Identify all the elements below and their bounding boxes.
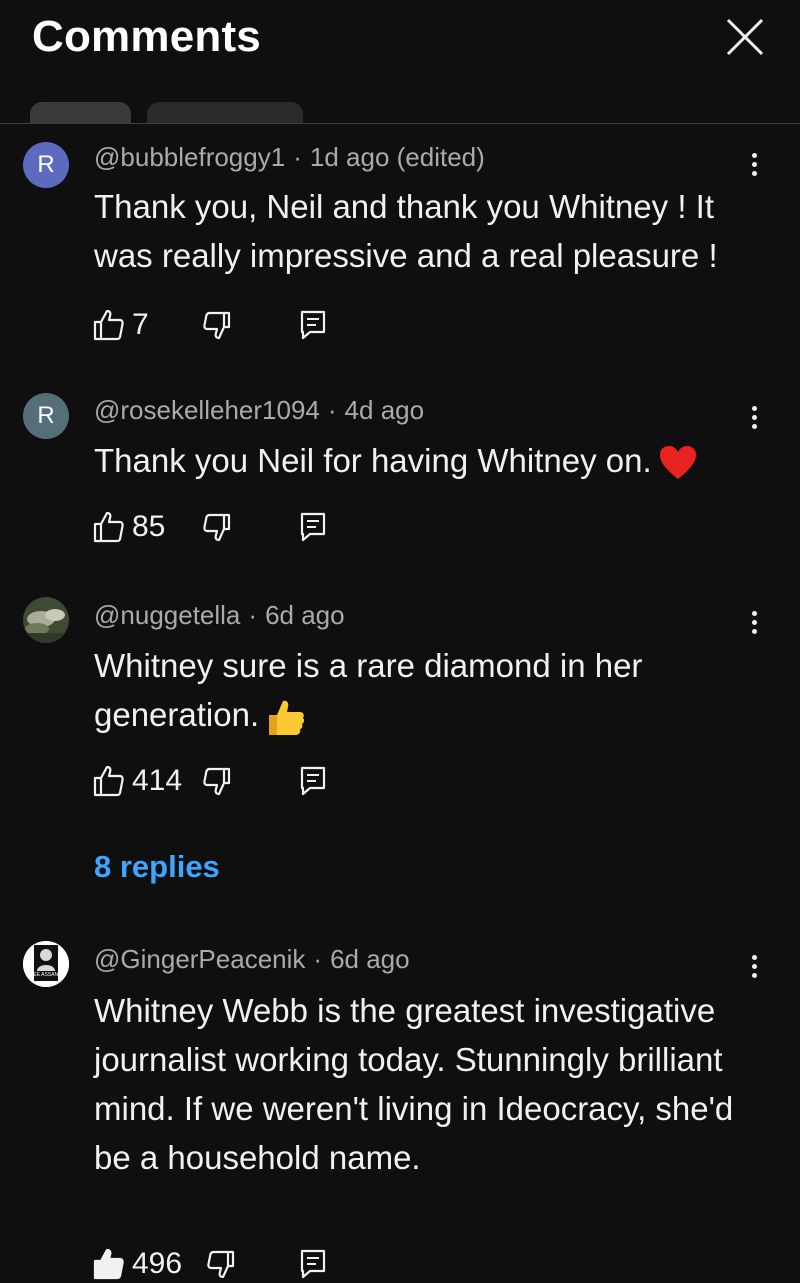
- comment-author[interactable]: @bubblefroggy1: [94, 142, 285, 172]
- comment-time: 4d ago: [344, 395, 425, 425]
- thumbs-up-emoji: [269, 701, 305, 736]
- avatar[interactable]: FREE ASSANGE: [23, 941, 69, 987]
- dislike-icon[interactable]: [202, 513, 232, 543]
- heart-emoji: [659, 446, 696, 480]
- comment-actions: 7: [92, 308, 392, 344]
- comments-header: Comments: [0, 0, 800, 142]
- more-options-icon[interactable]: [744, 150, 764, 186]
- like-count: 7: [132, 308, 149, 341]
- comment-actions: 414: [92, 764, 392, 800]
- reply-icon[interactable]: [300, 1249, 326, 1279]
- comment-time: 6d ago: [265, 600, 345, 630]
- comment-author[interactable]: @nuggetella: [94, 600, 240, 630]
- comment-item: R @rosekelleher1094 · 4d ago Thank you Nei…: [0, 393, 800, 563]
- like-count: 496: [132, 1247, 183, 1280]
- comment-text-row: Whitney sure is a rare diamond in her ge…: [94, 641, 694, 739]
- comment-meta: @bubblefroggy1 · 1d ago (edited): [94, 142, 485, 172]
- comment-item: FREE ASSANGE @GingerPeacenik · 6d ago Whit…: [0, 941, 800, 1280]
- comment-author[interactable]: @GingerPeacenik: [94, 944, 305, 974]
- like-icon[interactable]: [92, 510, 126, 544]
- like-count: 414: [132, 764, 183, 797]
- avatar[interactable]: R: [23, 393, 69, 439]
- comment-actions: 85: [92, 510, 392, 546]
- reply-icon[interactable]: [300, 310, 326, 340]
- comment-text: Thank you Neil for having Whitney on.: [94, 442, 652, 479]
- avatar[interactable]: [23, 597, 69, 643]
- like-icon[interactable]: [92, 308, 126, 342]
- comment-meta: @GingerPeacenik · 6d ago: [94, 944, 410, 974]
- more-options-icon[interactable]: [744, 952, 764, 988]
- photo-avatar: [23, 597, 69, 643]
- comment-actions: 496: [92, 1247, 392, 1283]
- dislike-icon[interactable]: [202, 767, 232, 797]
- comment-item: R @bubblefroggy1 · 1d ago (edited) Thank y…: [0, 140, 800, 360]
- comment-text: Thank you, Neil and thank you Whitney ! …: [94, 188, 718, 274]
- comment-author[interactable]: @rosekelleher1094: [94, 395, 320, 425]
- more-options-icon[interactable]: [744, 608, 764, 644]
- avatar[interactable]: R: [23, 142, 69, 188]
- comment-text: Whitney Webb is the greatest investigati…: [94, 992, 734, 1176]
- comment-text: Whitney sure is a rare diamond in her ge…: [94, 647, 643, 733]
- like-icon[interactable]: [92, 1247, 126, 1281]
- dislike-icon[interactable]: [202, 311, 232, 341]
- comment-item: @nuggetella · 6d ago Whitney sure is a rar…: [0, 597, 800, 897]
- comment-text-row: Thank you Neil for having Whitney on.: [94, 436, 764, 485]
- dislike-icon[interactable]: [206, 1250, 236, 1280]
- panel-title: Comments: [32, 12, 261, 61]
- comment-time: 6d ago: [330, 944, 410, 974]
- more-options-icon[interactable]: [744, 403, 764, 439]
- comment-meta: @rosekelleher1094 · 4d ago: [94, 395, 425, 425]
- like-icon[interactable]: [92, 764, 126, 798]
- view-replies-link[interactable]: 8 replies: [94, 849, 220, 885]
- like-count: 85: [132, 510, 166, 543]
- comment-time: 1d ago (edited): [309, 142, 485, 172]
- reply-icon[interactable]: [300, 766, 326, 796]
- photo-avatar: FREE ASSANGE: [23, 941, 69, 987]
- reply-icon[interactable]: [300, 512, 326, 542]
- header-divider: [0, 123, 800, 124]
- comment-meta: @nuggetella · 6d ago: [94, 600, 345, 630]
- close-icon[interactable]: [722, 14, 768, 60]
- avatar-text: FREE ASSANGE: [27, 972, 66, 978]
